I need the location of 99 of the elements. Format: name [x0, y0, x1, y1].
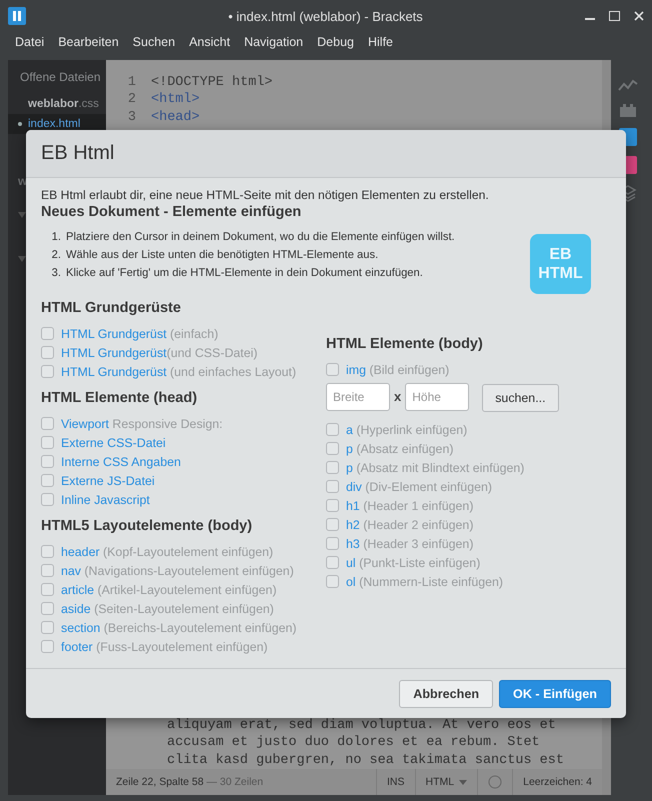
checkbox[interactable] — [326, 518, 339, 531]
step-number: 1. — [51, 230, 61, 245]
code-line: <!DOCTYPE html> — [151, 74, 273, 92]
app-icon — [8, 7, 26, 25]
option-label[interactable]: HTML Grundgerüst(und CSS-Datei) — [61, 346, 258, 360]
checkbox[interactable] — [41, 346, 54, 359]
option-label[interactable]: ul (Punkt-Liste einfügen) — [346, 556, 480, 570]
step-text: Klicke auf 'Fertig' um die HTML-Elemente in dein Dokument einzufügen. — [66, 266, 423, 281]
option-label[interactable]: nav (Navigations-Layoutelement einfügen) — [61, 564, 294, 578]
width-field[interactable]: Breite — [326, 382, 390, 410]
close-icon[interactable] — [634, 11, 644, 21]
option-label[interactable]: Inline Javascript — [61, 492, 150, 506]
menu-item[interactable]: Datei — [15, 35, 44, 49]
checkbox[interactable] — [41, 545, 54, 558]
step-number: 2. — [51, 248, 61, 263]
cancel-button[interactable]: Abbrechen — [399, 680, 494, 708]
option-label[interactable]: h1 (Header 1 einfügen) — [346, 498, 474, 512]
section-heading: HTML5 Layoutelemente (body) — [41, 518, 254, 534]
menu-item[interactable]: Debug — [317, 35, 354, 49]
option-label[interactable]: a (Hyperlink einfügen) — [346, 422, 468, 436]
code-line: aliquyam erat, sed diam voluptua. At vero eos et — [167, 716, 557, 734]
code-line: clita kasd gubergren, no sea takimata sanctus est — [167, 752, 565, 769]
code-line: accusam et justo duo dolores et ea rebum. Stet — [167, 734, 541, 752]
checkbox[interactable] — [326, 461, 339, 474]
option-label[interactable]: HTML Grundgerüst (einfach) — [61, 326, 218, 340]
window-title: • index.html (weblabor) - Brackets — [227, 8, 424, 24]
option-label[interactable]: Externe CSS-Datei — [61, 436, 166, 450]
checkbox[interactable] — [326, 499, 339, 512]
caret-icon — [18, 212, 26, 218]
option-label[interactable]: Interne CSS Angaben — [61, 454, 181, 468]
section-heading: Neues Dokument - Elemente einfügen — [41, 204, 302, 220]
menu-item[interactable]: Suchen — [132, 35, 176, 49]
option-label[interactable]: p (Absatz mit Blindtext einfügen) — [346, 460, 524, 474]
search-button[interactable]: suchen... — [482, 384, 559, 412]
checkbox[interactable] — [41, 365, 54, 378]
ok-button[interactable]: OK - Einfügen — [499, 680, 611, 708]
checkbox[interactable] — [326, 363, 339, 376]
option-label[interactable]: article (Artikel-Layoutelement einfügen) — [61, 582, 277, 596]
checkbox[interactable] — [41, 436, 54, 449]
lint-status-icon — [488, 775, 502, 789]
line-number: 3 — [126, 108, 137, 126]
file-item[interactable]: weblabor.css — [8, 94, 106, 114]
menu-item[interactable]: Hilfe — [368, 35, 393, 49]
checkbox[interactable] — [326, 480, 339, 493]
checkbox[interactable] — [326, 537, 339, 550]
option-label[interactable]: header (Kopf-Layoutelement einfügen) — [61, 544, 274, 558]
step-number: 3. — [51, 266, 61, 281]
insert-mode[interactable]: INS — [376, 769, 415, 795]
line-number: 1 — [126, 74, 137, 92]
checkbox[interactable] — [41, 621, 54, 634]
option-label[interactable]: footer (Fuss-Layoutelement einfügen) — [61, 640, 268, 654]
menu-item[interactable]: Bearbeiten — [58, 35, 119, 49]
menu-item[interactable]: Ansicht — [189, 35, 230, 49]
option-label[interactable]: h2 (Header 2 einfügen) — [346, 518, 474, 532]
option-label[interactable]: h3 (Header 3 einfügen) — [346, 536, 474, 550]
step-text: Wähle aus der Liste unten die benötigten HTML-Elemente aus. — [66, 248, 378, 263]
checkbox[interactable] — [41, 583, 54, 596]
checkbox[interactable] — [41, 474, 54, 487]
checkbox[interactable] — [41, 417, 54, 430]
dialog-title: EB Html — [41, 142, 114, 165]
menu-item[interactable]: Navigation — [244, 35, 304, 49]
section-heading: HTML Grundgerüste — [41, 300, 182, 316]
option-label[interactable]: p (Absatz einfügen) — [346, 442, 454, 456]
option-label[interactable]: Externe JS-Datei — [61, 474, 155, 488]
times-sign: x — [394, 389, 402, 404]
option-label[interactable]: img (Bild einfügen) — [346, 362, 450, 376]
section-heading: HTML Elemente (head) — [41, 390, 198, 406]
sidebar-header: Offene Dateien — [19, 70, 102, 84]
caret-icon — [459, 780, 468, 784]
option-label[interactable]: ol (Nummern-Liste einfügen) — [346, 574, 504, 588]
option-label[interactable]: aside (Seiten-Layoutelement einfügen) — [61, 602, 274, 616]
live-preview-icon[interactable] — [618, 78, 638, 92]
option-label[interactable]: section (Bereichs-Layoutelement einfügen) — [61, 620, 297, 634]
checkbox[interactable] — [41, 564, 54, 577]
checkbox[interactable] — [326, 556, 339, 569]
option-label[interactable]: div (Div-Element einfügen) — [346, 480, 492, 494]
logo: EB HTML — [530, 234, 591, 294]
checkbox[interactable] — [326, 423, 339, 436]
language-dropdown[interactable]: HTML — [414, 769, 478, 795]
section-heading: HTML Elemente (body) — [326, 336, 484, 352]
checkbox[interactable] — [41, 327, 54, 340]
maximize-icon[interactable] — [609, 11, 620, 21]
line-number: 2 — [126, 91, 137, 109]
step-text: Platziere den Cursor in deinem Dokument, wo du die Elemente einfügen willst. — [66, 230, 455, 245]
checkbox[interactable] — [41, 493, 54, 506]
option-label[interactable]: Viewport Responsive Design: — [61, 416, 223, 430]
code-line: <head> — [151, 108, 200, 126]
cursor-position: Zeile 22, Spalte 58 — 30 Zeilen — [115, 776, 264, 788]
option-label[interactable]: HTML Grundgerüst (und einfaches Layout) — [61, 364, 296, 378]
height-field[interactable]: Höhe — [405, 382, 470, 410]
checkbox[interactable] — [41, 640, 54, 653]
brick-icon[interactable] — [618, 102, 638, 118]
code-line: <html> — [151, 91, 200, 109]
checkbox[interactable] — [326, 442, 339, 455]
intro-text: EB Html erlaubt dir, eine neue HTML-Seite mit den nötigen Elementen zu erstellen. — [41, 188, 490, 202]
checkbox[interactable] — [41, 602, 54, 615]
caret-icon — [18, 256, 26, 262]
checkbox[interactable] — [41, 455, 54, 468]
checkbox[interactable] — [326, 575, 339, 588]
